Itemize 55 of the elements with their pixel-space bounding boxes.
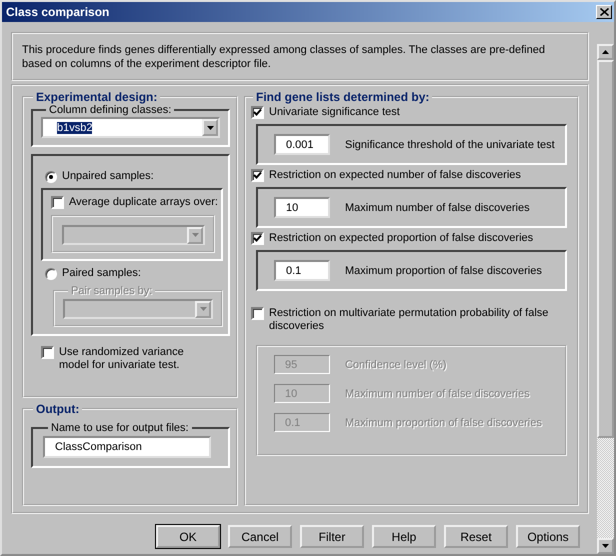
checkbox-label: Restriction on expected proportion of false discoveries <box>269 232 534 245</box>
group-title: Find gene lists determined by: <box>255 90 430 104</box>
dialog-button[interactable]: Help <box>372 525 436 548</box>
checkbox-label: Use randomized variance model for univariate test. <box>59 346 185 372</box>
group-title: Output: <box>35 402 80 416</box>
value-field[interactable]: 10 <box>274 197 330 218</box>
window-title: Class comparison <box>6 5 110 19</box>
radio-label: Paired samples: <box>62 267 141 280</box>
scroll-thumb[interactable] <box>597 60 614 438</box>
checkbox-label: Average duplicate arrays over: <box>69 196 218 209</box>
scroll-up-button[interactable] <box>597 44 614 60</box>
checkbox[interactable] <box>251 307 264 320</box>
down-arrow-icon <box>602 544 609 548</box>
description-text: This procedure finds genes differentially expressed among classes of samples. The classes are pre-defined based on columns of the experiment descriptor file. <box>22 44 545 70</box>
field-label: Significance threshold of the univariate test <box>345 138 555 150</box>
checkbox-label: Restriction on multivariate permutation probability of false discoveries <box>269 307 550 333</box>
group-label: Name to use for output files: <box>50 422 190 434</box>
group-label: Column defining classes: <box>48 104 172 116</box>
checkbox[interactable] <box>251 106 264 119</box>
field-label: Confidence level (%) <box>345 358 446 370</box>
radio-button[interactable] <box>45 170 57 182</box>
value-field[interactable]: 0.1 <box>274 260 330 281</box>
caret-icon <box>192 233 198 237</box>
average-dropdown[interactable] <box>62 225 205 245</box>
up-arrow-icon <box>602 50 609 54</box>
group-title: Experimental design: <box>35 90 158 104</box>
checkbox-label: Univariate significance test <box>269 106 400 119</box>
caret-icon <box>206 126 214 130</box>
close-icon <box>600 8 608 16</box>
field-label: Maximum proportion of false discoveries <box>345 416 542 428</box>
scroll-down-button[interactable] <box>597 538 614 554</box>
dialog-button[interactable]: Filter <box>300 525 364 548</box>
group-label: Pair samples by: <box>70 285 154 297</box>
radio-button[interactable] <box>45 268 57 280</box>
radio-label: Unpaired samples: <box>62 170 154 183</box>
dialog-button[interactable]: Cancel <box>228 525 292 548</box>
dialog-button[interactable]: OK <box>156 525 220 548</box>
caret-icon <box>200 307 206 311</box>
value-field[interactable]: 0.001 <box>274 134 330 155</box>
dropdown-arrow-button[interactable] <box>202 119 218 136</box>
column-dropdown[interactable]: b1vsb2 <box>41 117 220 138</box>
field-label: Maximum number of false discoveries <box>345 388 530 400</box>
checkbox[interactable] <box>251 232 264 245</box>
dialog-button[interactable]: Options <box>516 525 580 548</box>
output-name-field[interactable]: ClassComparison <box>43 436 211 458</box>
checkbox[interactable] <box>51 196 64 209</box>
field-label: Maximum proportion of false discoveries <box>345 264 542 276</box>
pair-dropdown[interactable] <box>63 299 213 319</box>
close-button[interactable] <box>596 5 612 19</box>
checkbox[interactable] <box>251 169 264 182</box>
dialog-button[interactable]: Reset <box>444 525 508 548</box>
dropdown-value: b1vsb2 <box>56 122 92 134</box>
checkbox[interactable] <box>41 346 54 359</box>
field-label: Maximum number of false discoveries <box>345 202 530 214</box>
checkbox-label: Restriction on expected number of false discoveries <box>269 169 521 182</box>
